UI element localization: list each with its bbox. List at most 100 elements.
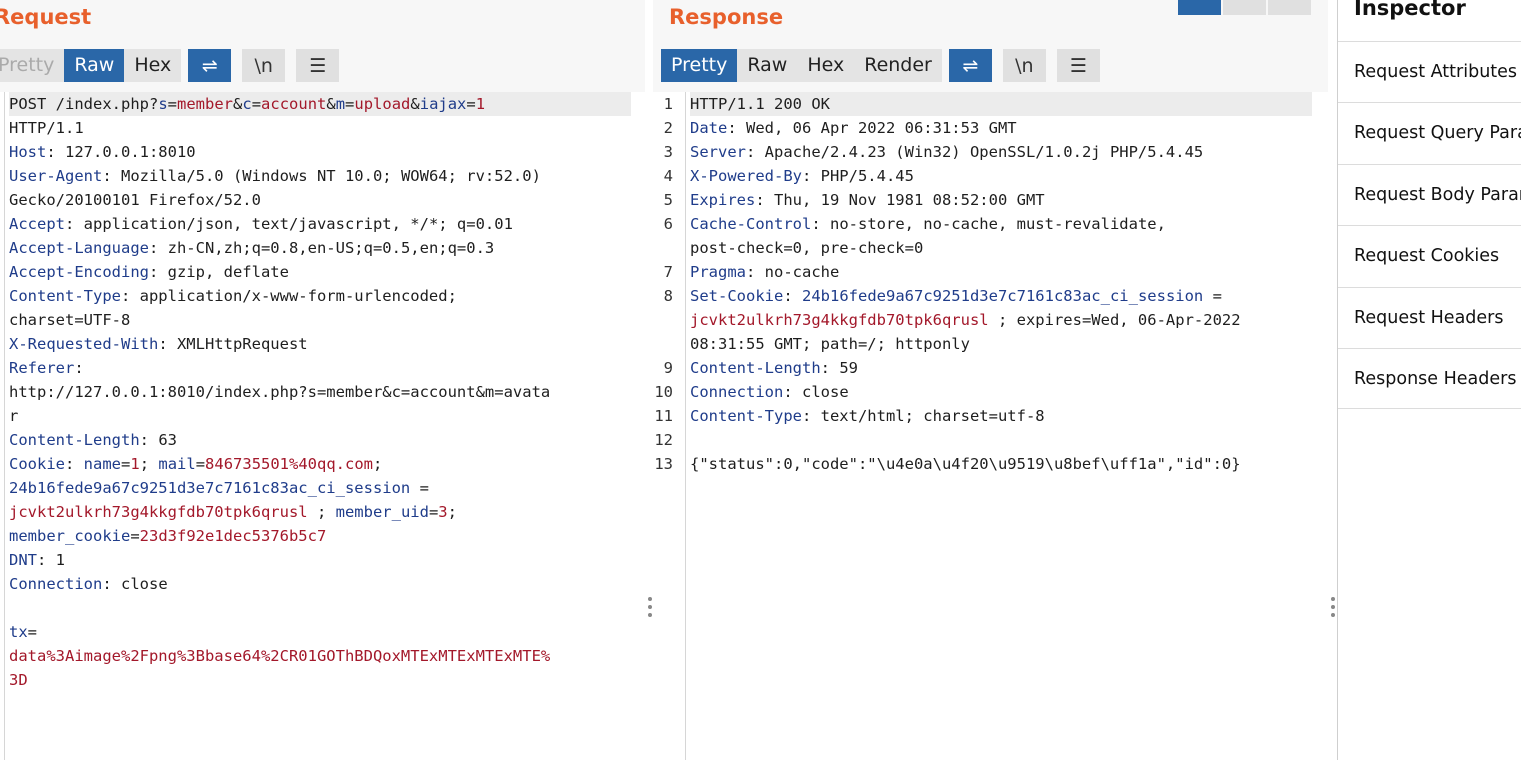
request-line[interactable]: jcvkt2ulkrh73g4kkgfdb70tpk6qrusl ; membe… xyxy=(9,500,631,524)
line-number: 10 xyxy=(654,383,673,401)
field-name: Host xyxy=(9,143,47,161)
request-line[interactable]: Referer: xyxy=(9,356,631,380)
request-line[interactable]: POST /index.php?s=member&c=account&m=upl… xyxy=(9,92,631,116)
response-line[interactable]: 08:31:55 GMT; path=/; httponly xyxy=(690,332,1312,356)
inspector-request-attributes[interactable]: Request Attributes xyxy=(1338,41,1521,102)
field-name: member_uid xyxy=(335,503,429,521)
response-line[interactable]: jcvkt2ulkrh73g4kkgfdb70tpk6qrusl ; expir… xyxy=(690,308,1312,332)
inspector-request-query-parameters[interactable]: Request Query Parameters xyxy=(1338,102,1521,163)
request-line[interactable]: r xyxy=(9,404,631,428)
field-name: Server xyxy=(690,143,746,161)
request-tab-hex[interactable]: Hex xyxy=(124,49,182,82)
split-handle-right[interactable] xyxy=(1331,597,1335,617)
response-line[interactable]: Set-Cookie: 24b16fede9a67c9251d3e7c7161c… xyxy=(690,284,1312,308)
request-line[interactable]: User-Agent: Mozilla/5.0 (Windows NT 10.0… xyxy=(9,164,631,188)
request-line[interactable]: Accept-Language: zh-CN,zh;q=0.8,en-US;q=… xyxy=(9,236,631,260)
plain-text: ; xyxy=(139,455,159,473)
layout-toggle-group xyxy=(1178,0,1313,15)
request-line[interactable]: Content-Length: 63 xyxy=(9,428,631,452)
request-tab-raw[interactable]: Raw xyxy=(64,49,125,82)
request-line[interactable]: data%3Aimage%2Fpng%3Bbase64%2CR01GOThBDQ… xyxy=(9,644,631,668)
field-name: Expires xyxy=(690,191,756,209)
response-title: Response xyxy=(669,5,784,29)
field-name: tx xyxy=(9,623,28,641)
show-newlines-icon[interactable]: \n xyxy=(242,49,286,82)
request-line[interactable]: X-Requested-With: XMLHttpRequest xyxy=(9,332,631,356)
request-tab-pretty[interactable]: Pretty xyxy=(0,49,65,82)
response-tab-raw[interactable]: Raw xyxy=(737,49,798,82)
request-line[interactable]: DNT: 1 xyxy=(9,548,631,572)
request-line[interactable]: Accept-Encoding: gzip, deflate xyxy=(9,260,631,284)
plain-text: HTTP/1.1 xyxy=(9,119,84,137)
request-line[interactable] xyxy=(9,596,631,620)
field-name: name xyxy=(83,455,121,473)
inspector-request-cookies[interactable]: Request Cookies xyxy=(1338,225,1521,286)
layout-split-icon[interactable] xyxy=(1178,0,1221,15)
request-body-text[interactable]: POST /index.php?s=member&c=account&m=upl… xyxy=(9,92,631,692)
request-line[interactable]: 24b16fede9a67c9251d3e7c7161c83ac_ci_sess… xyxy=(9,476,631,500)
response-line[interactable]: Expires: Thu, 19 Nov 1981 08:52:00 GMT xyxy=(690,188,1312,212)
layout-single-icon[interactable] xyxy=(1268,0,1311,15)
response-tab-pretty[interactable]: Pretty xyxy=(661,49,738,82)
inspector-request-headers[interactable]: Request Headers xyxy=(1338,287,1521,348)
menu-icon[interactable]: ☰ xyxy=(296,49,340,82)
field-name: Referer xyxy=(9,359,75,377)
request-line[interactable]: tx= xyxy=(9,620,631,644)
field-value: upload xyxy=(354,95,411,113)
plain-text: : no-store, no-cache, must-revalidate, xyxy=(811,215,1166,233)
response-line[interactable]: Cache-Control: no-store, no-cache, must-… xyxy=(690,212,1312,236)
inspector-response-headers[interactable]: Response Headers xyxy=(1338,348,1521,409)
request-line[interactable]: Host: 127.0.0.1:8010 xyxy=(9,140,631,164)
request-line[interactable]: 3D xyxy=(9,668,631,692)
response-line[interactable]: Content-Length: 59 xyxy=(690,356,1312,380)
plain-text: : zh-CN,zh;q=0.8,en-US;q=0.5,en;q=0.3 xyxy=(148,239,495,257)
field-name: iajax xyxy=(419,95,467,113)
line-number: 11 xyxy=(654,407,673,425)
line-number: 7 xyxy=(663,263,673,281)
response-line[interactable]: Pragma: no-cache xyxy=(690,260,1312,284)
request-line[interactable]: Gecko/20100101 Firefox/52.0 xyxy=(9,188,631,212)
response-line[interactable]: Date: Wed, 06 Apr 2022 06:31:53 GMT xyxy=(690,116,1312,140)
response-body-text[interactable]: HTTP/1.1 200 OK Date: Wed, 06 Apr 2022 06… xyxy=(690,92,1312,476)
request-line[interactable]: HTTP/1.1 xyxy=(9,116,631,140)
field-name: X-Powered-By xyxy=(690,167,802,185)
response-line[interactable]: {"status":0,"code":"\u4e0a\u4f20\u9519\u… xyxy=(690,452,1312,476)
plain-text: = xyxy=(410,479,429,497)
response-line[interactable]: Content-Type: text/html; charset=utf-8 xyxy=(690,404,1312,428)
request-line[interactable]: Accept: application/json, text/javascrip… xyxy=(9,212,631,236)
request-line[interactable]: member_cookie=23d3f92e1dec5376b5c7 xyxy=(9,524,631,548)
response-line[interactable]: post-check=0, pre-check=0 xyxy=(690,236,1312,260)
response-line[interactable]: Connection: close xyxy=(690,380,1312,404)
layout-horizontal-icon[interactable] xyxy=(1223,0,1266,15)
field-name: Accept-Language xyxy=(9,239,149,257)
response-tab-hex[interactable]: Hex xyxy=(797,49,855,82)
response-line[interactable]: HTTP/1.1 200 OK xyxy=(690,92,1312,116)
response-tab-render[interactable]: Render xyxy=(854,49,942,82)
plain-text: charset=UTF-8 xyxy=(9,311,131,329)
response-line[interactable] xyxy=(690,428,1312,452)
request-line[interactable]: charset=UTF-8 xyxy=(9,308,631,332)
response-gutter-line xyxy=(685,92,686,760)
wrap-lines-icon[interactable]: ⇌ xyxy=(188,49,232,82)
response-line[interactable]: X-Powered-By: PHP/5.4.45 xyxy=(690,164,1312,188)
field-name: c xyxy=(242,95,252,113)
field-name: mail xyxy=(158,455,196,473)
request-line[interactable]: http://127.0.0.1:8010/index.php?s=member… xyxy=(9,380,631,404)
wrap-lines-icon[interactable]: ⇌ xyxy=(948,49,992,82)
field-value: data%3Aimage%2Fpng%3Bbase64%2CR01GOThBDQ… xyxy=(9,647,551,665)
request-line[interactable]: Content-Type: application/x-www-form-url… xyxy=(9,284,631,308)
request-line[interactable]: Cookie: name=1; mail=846735501%40qq.com; xyxy=(9,452,631,476)
split-handle-left[interactable] xyxy=(648,597,652,617)
response-line-numbers: 1 2 3 4 5 6 7 8 9 10 11 12 13 xyxy=(653,92,673,476)
plain-text: ; expires=Wed, 06-Apr-2022 xyxy=(988,311,1241,329)
menu-icon[interactable]: ☰ xyxy=(1056,49,1100,82)
field-name: Content-Type xyxy=(9,287,121,305)
response-line[interactable]: Server: Apache/2.4.23 (Win32) OpenSSL/1.… xyxy=(690,140,1312,164)
request-title: Request xyxy=(0,5,92,29)
inspector-request-body-parameters[interactable]: Request Body Parameters xyxy=(1338,164,1521,225)
request-line[interactable]: Connection: close xyxy=(9,572,631,596)
request-editor[interactable]: POST /index.php?s=member&c=account&m=upl… xyxy=(0,92,645,760)
response-editor[interactable]: 1 2 3 4 5 6 7 8 9 10 11 12 13 HTTP/1.1 200 OK Date: W… xyxy=(653,92,1328,760)
show-newlines-icon[interactable]: \n xyxy=(1002,49,1046,82)
field-name: Set-Cookie xyxy=(690,287,784,305)
